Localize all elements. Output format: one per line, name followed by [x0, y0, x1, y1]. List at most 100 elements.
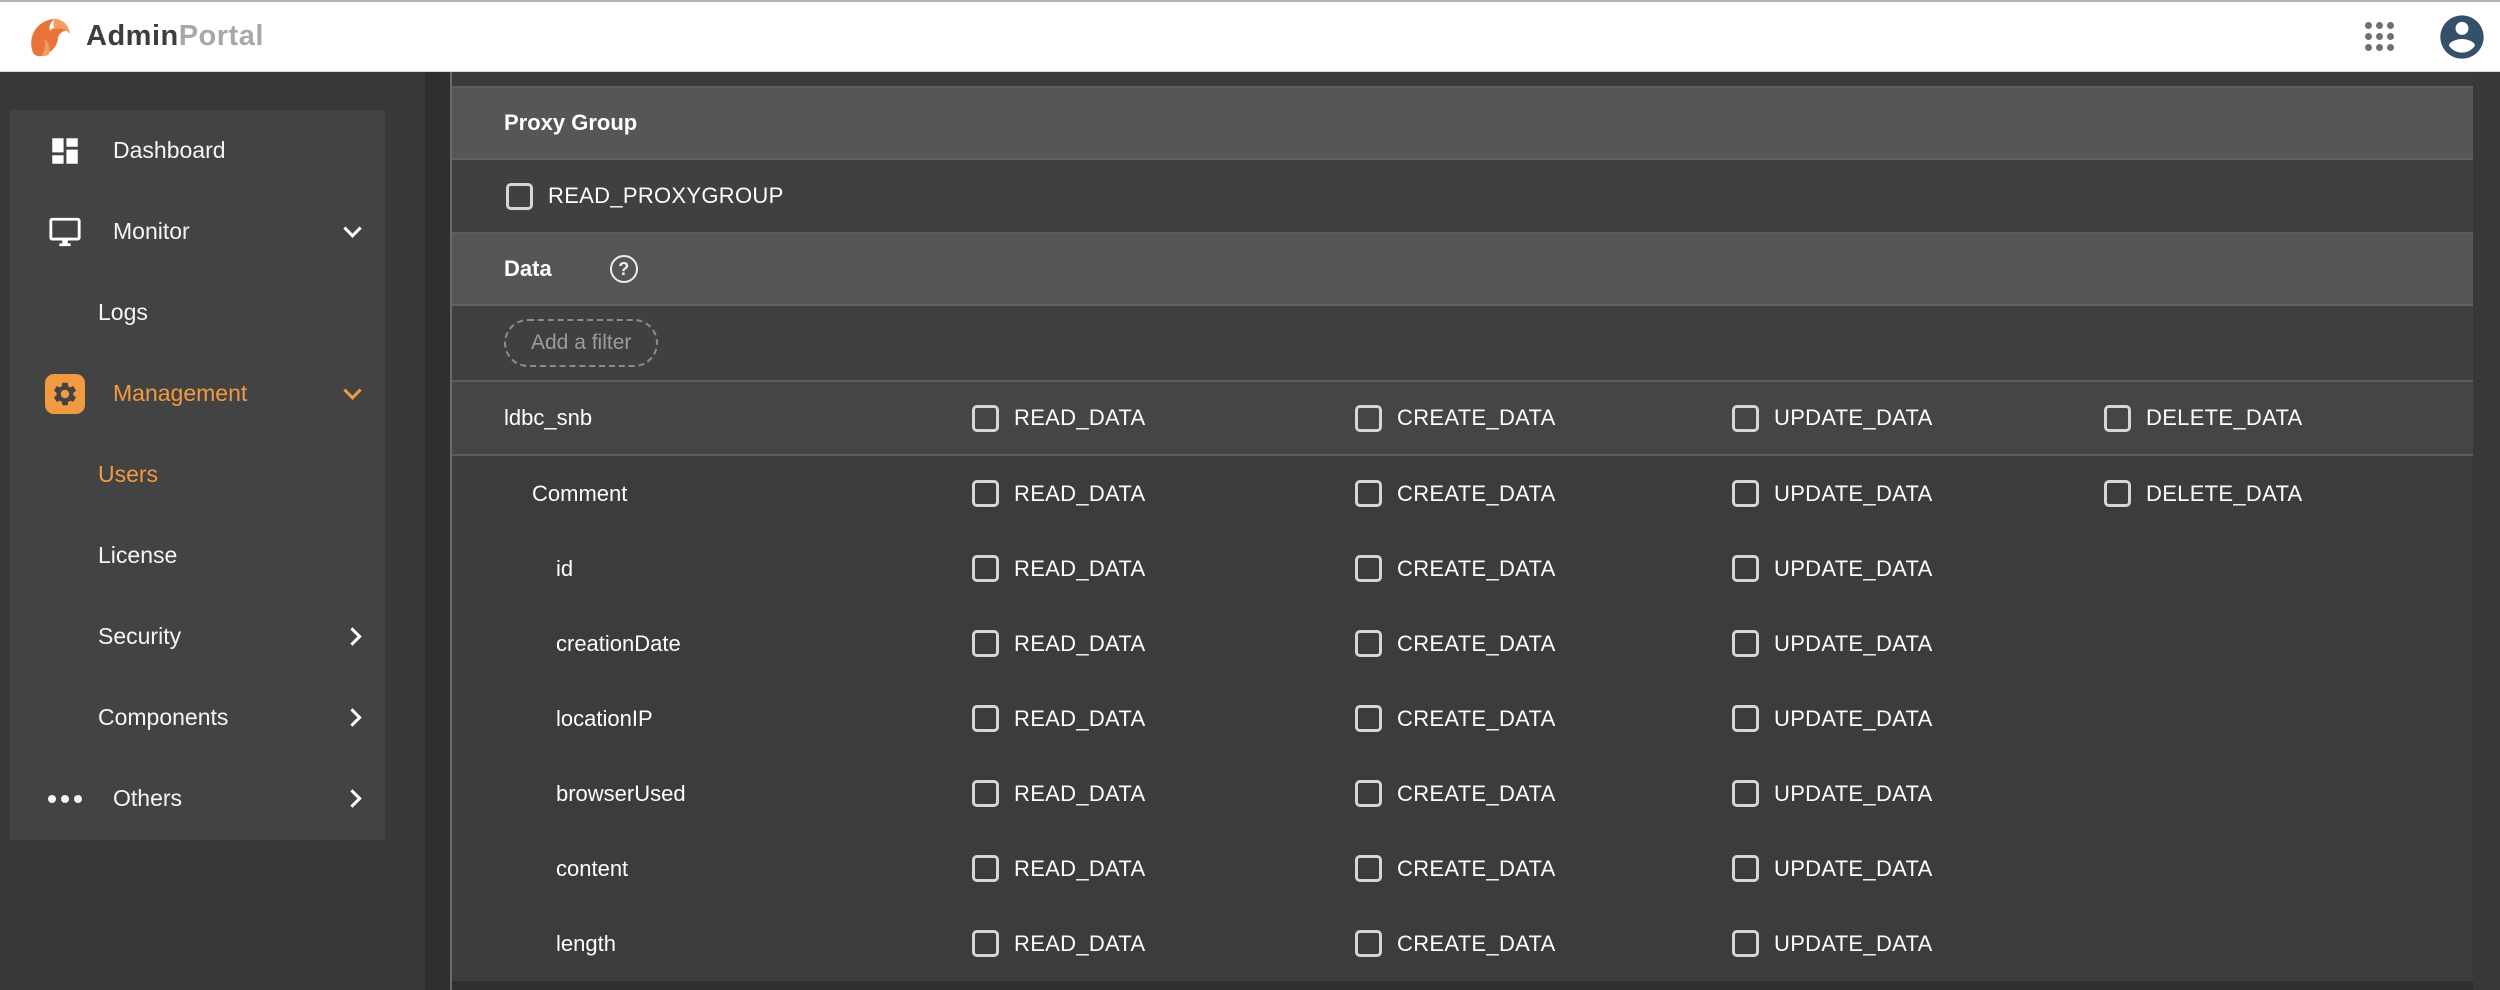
checkbox-creationdate-create_data[interactable]	[1355, 630, 1382, 657]
checkbox-ldbc_snb-delete_data[interactable]	[2104, 405, 2131, 432]
permission-label: UPDATE_DATA	[1774, 931, 1933, 957]
sidebar-item-label: Logs	[98, 299, 148, 326]
chevron-right-icon	[343, 708, 361, 726]
permission-label: READ_DATA	[1014, 556, 1145, 582]
row-label: locationIP	[452, 706, 972, 732]
help-circle-icon[interactable]: ?	[610, 255, 638, 283]
checkbox-creationdate-update_data[interactable]	[1732, 630, 1759, 657]
chevron-right-icon	[343, 627, 361, 645]
account-circle-icon[interactable]	[2436, 11, 2488, 63]
gear-icon	[45, 374, 85, 414]
permission-label: CREATE_DATA	[1397, 856, 1556, 882]
row-label: creationDate	[452, 631, 972, 657]
permission-label: UPDATE_DATA	[1774, 481, 1933, 507]
permission-label: CREATE_DATA	[1397, 631, 1556, 657]
permission-cell: READ_DATA	[972, 480, 1355, 507]
proxygroup-permission-row: READ_PROXYGROUP	[452, 160, 2473, 234]
permission-label: UPDATE_DATA	[1774, 631, 1933, 657]
comment-group-block: Comment READ_DATA CREATE_DATA UPDATE_DATA DE…	[452, 456, 2473, 981]
apps-grid-icon[interactable]	[2365, 22, 2394, 51]
permission-cell: READ_DATA	[972, 555, 1355, 582]
section-header-proxy-group: Proxy Group	[452, 88, 2473, 160]
permission-label: UPDATE_DATA	[1774, 556, 1933, 582]
chevron-right-icon	[343, 789, 361, 807]
section-title: Data	[504, 256, 552, 282]
checkbox-id-update_data[interactable]	[1732, 555, 1759, 582]
partial-row	[452, 72, 2473, 88]
checkbox-comment-create_data[interactable]	[1355, 480, 1382, 507]
table-row-comment: CommentREAD_DATACREATE_DATAUPDATE_DATADE…	[452, 456, 2473, 531]
sidebar-item-users[interactable]: Users	[10, 434, 385, 515]
sidebar: Dashboard Monitor Logs ManagementUsers Licen…	[0, 72, 425, 990]
row-label: Comment	[452, 481, 972, 507]
row-label: content	[452, 856, 972, 882]
permission-label: DELETE_DATA	[2146, 405, 2303, 431]
checkbox-content-update_data[interactable]	[1732, 855, 1759, 882]
brand-secondary: Portal	[179, 20, 264, 52]
permission-label: CREATE_DATA	[1397, 556, 1556, 582]
checkbox-locationip-update_data[interactable]	[1732, 705, 1759, 732]
permission-label: READ_DATA	[1014, 481, 1145, 507]
permission-cell: UPDATE_DATA	[1732, 555, 2104, 582]
permissions-panel: Proxy Group READ_PROXYGROUP Data ? Add a…	[450, 72, 2473, 990]
permission-label: UPDATE_DATA	[1774, 856, 1933, 882]
checkbox-browserused-create_data[interactable]	[1355, 780, 1382, 807]
row-label: id	[452, 556, 972, 582]
table-row-creationdate: creationDateREAD_DATACREATE_DATAUPDATE_D…	[452, 606, 2473, 681]
checkbox-comment-delete_data[interactable]	[2104, 480, 2131, 507]
permission-label: CREATE_DATA	[1397, 706, 1556, 732]
sidebar-item-security[interactable]: Security	[10, 596, 385, 677]
sidebar-item-license[interactable]: License	[10, 515, 385, 596]
sidebar-item-components[interactable]: Components	[10, 677, 385, 758]
add-filter-chip[interactable]: Add a filter	[504, 319, 658, 367]
checkbox-content-read_data[interactable]	[972, 855, 999, 882]
checkbox-id-create_data[interactable]	[1355, 555, 1382, 582]
checkbox-length-read_data[interactable]	[972, 930, 999, 957]
brand-primary: Admin	[86, 20, 179, 52]
topbar-right	[2365, 11, 2500, 63]
permission-label: DELETE_DATA	[2146, 481, 2303, 507]
sidebar-item-label: Dashboard	[113, 137, 226, 164]
checkbox-locationip-read_data[interactable]	[972, 705, 999, 732]
table-row-content: contentREAD_DATACREATE_DATAUPDATE_DATA	[452, 831, 2473, 906]
sidebar-item-monitor[interactable]: Monitor	[10, 191, 385, 272]
sidebar-item-dashboard[interactable]: Dashboard	[10, 110, 385, 191]
checkbox-ldbc_snb-create_data[interactable]	[1355, 405, 1382, 432]
permission-label: CREATE_DATA	[1397, 781, 1556, 807]
chevron-down-icon	[343, 219, 361, 237]
sidebar-item-management[interactable]: Management	[10, 353, 385, 434]
topbar: AdminPortal	[0, 0, 2500, 72]
sidebar-item-logs[interactable]: Logs	[10, 272, 385, 353]
permission-cell: CREATE_DATA	[1355, 555, 1732, 582]
checkbox-ldbc_snb-read_data[interactable]	[972, 405, 999, 432]
checkbox-content-create_data[interactable]	[1355, 855, 1382, 882]
checkbox-read_proxygroup[interactable]	[506, 183, 533, 210]
checkbox-locationip-create_data[interactable]	[1355, 705, 1382, 732]
data-permission-table: ldbc_snb READ_DATA CREATE_DATA UPDATE_DATA D…	[452, 382, 2473, 981]
permission-cell: UPDATE_DATA	[1732, 630, 2104, 657]
checkbox-id-read_data[interactable]	[972, 555, 999, 582]
sidebar-item-label: License	[98, 542, 177, 569]
checkbox-length-update_data[interactable]	[1732, 930, 1759, 957]
checkbox-ldbc_snb-update_data[interactable]	[1732, 405, 1759, 432]
checkbox-creationdate-read_data[interactable]	[972, 630, 999, 657]
monitor-icon	[45, 215, 85, 249]
row-label: length	[452, 931, 972, 957]
permission-label: READ_DATA	[1014, 931, 1145, 957]
scrollbar-track[interactable]	[2473, 72, 2500, 990]
sidebar-item-others[interactable]: Others	[10, 758, 385, 839]
table-row-browserused: browserUsedREAD_DATACREATE_DATAUPDATE_DA…	[452, 756, 2473, 831]
row-label: ldbc_snb	[452, 405, 972, 431]
checkbox-browserused-update_data[interactable]	[1732, 780, 1759, 807]
checkbox-comment-read_data[interactable]	[972, 480, 999, 507]
admin-portal-app: AdminPortal Dashboard Monitor Logs Manageme…	[0, 0, 2500, 990]
permission-cell: UPDATE_DATA	[1732, 855, 2104, 882]
permission-cell: READ_DATA	[972, 930, 1355, 957]
checkbox-comment-update_data[interactable]	[1732, 480, 1759, 507]
dashboard-icon	[45, 134, 85, 168]
checkbox-length-create_data[interactable]	[1355, 930, 1382, 957]
ellipsis-icon	[45, 795, 85, 803]
permission-label: UPDATE_DATA	[1774, 405, 1933, 431]
permission-cell: CREATE_DATA	[1355, 930, 1732, 957]
checkbox-browserused-read_data[interactable]	[972, 780, 999, 807]
